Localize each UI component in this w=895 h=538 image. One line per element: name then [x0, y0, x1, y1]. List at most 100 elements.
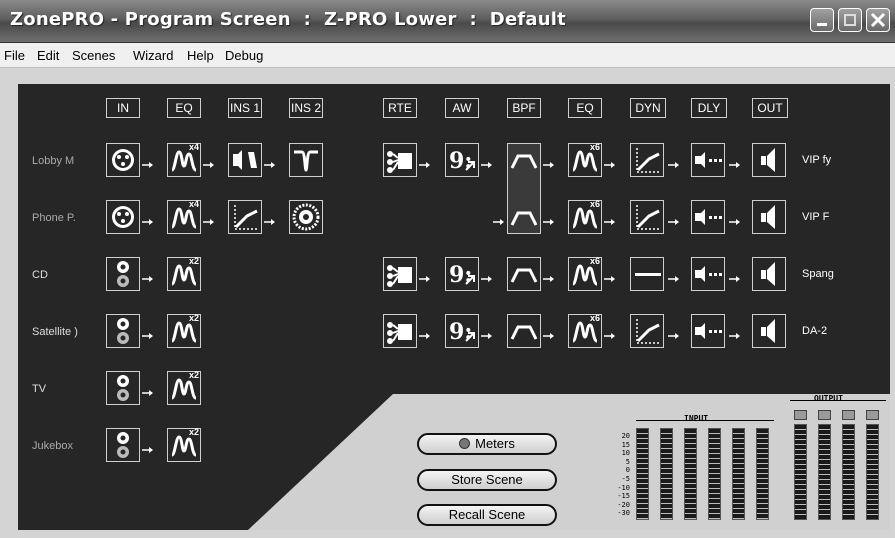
signal-arrow: [419, 326, 431, 339]
eq-multiplier-label: x6: [590, 256, 601, 266]
dynamics-block[interactable]: [630, 143, 664, 177]
menu-scenes[interactable]: Scenes: [72, 48, 115, 63]
eq-multiplier-label: x2: [189, 256, 200, 266]
signal-arrow: [142, 212, 154, 225]
input-eq-block[interactable]: x4: [167, 142, 201, 177]
insert-2-block[interactable]: [289, 200, 323, 234]
delay-block[interactable]: [691, 143, 725, 177]
insert-1-block[interactable]: [228, 143, 262, 177]
output-eq-block[interactable]: x6: [568, 313, 602, 348]
output-clip-indicator: [866, 410, 879, 420]
input-channel-label[interactable]: TV: [32, 383, 46, 395]
signal-arrow: [142, 269, 154, 282]
input-eq-block[interactable]: x2: [167, 256, 201, 291]
signal-arrow: [142, 326, 154, 339]
meters-button-label: Meters: [475, 436, 515, 451]
eq-multiplier-label: x6: [590, 142, 601, 152]
input-block[interactable]: [106, 428, 140, 462]
input-block[interactable]: [106, 143, 140, 177]
input-meter: [756, 428, 769, 520]
input-meter: [660, 428, 673, 520]
signal-arrow: [142, 383, 154, 396]
signal-arrow: [668, 155, 680, 168]
menu-edit[interactable]: Edit: [37, 48, 59, 63]
store-scene-button[interactable]: Store Scene: [417, 469, 557, 491]
router-block[interactable]: [383, 314, 417, 348]
output-eq-block[interactable]: x6: [568, 256, 602, 291]
input-block[interactable]: [106, 314, 140, 348]
signal-arrow: [729, 326, 741, 339]
ambient-weighting-block[interactable]: 9:: [445, 257, 479, 291]
input-meter: [732, 428, 745, 520]
output-eq-block[interactable]: x6: [568, 199, 602, 234]
output-block[interactable]: [752, 143, 786, 177]
column-header-bpf: BPF: [507, 98, 541, 118]
meter-scale-label: -30: [617, 509, 630, 518]
output-zone-label[interactable]: VIP fy: [802, 154, 831, 166]
output-meter: [818, 424, 831, 520]
signal-arrow: [604, 212, 616, 225]
input-block[interactable]: [106, 371, 140, 405]
output-zone-label[interactable]: VIP F: [802, 211, 829, 223]
meter-scale-label: -20: [617, 500, 630, 509]
column-header-rte: RTE: [383, 98, 417, 118]
window-title: ZonePRO - Program Screen : Z-PRO Lower :…: [10, 9, 566, 30]
signal-arrow: [419, 269, 431, 282]
router-block[interactable]: [383, 257, 417, 291]
dynamics-block[interactable]: [630, 314, 664, 348]
input-eq-block[interactable]: x2: [167, 313, 201, 348]
input-channel-label[interactable]: Lobby M: [32, 155, 74, 167]
menu-wizard[interactable]: Wizard: [133, 48, 173, 63]
output-block[interactable]: [752, 257, 786, 291]
signal-arrow: [481, 269, 493, 282]
close-button[interactable]: [866, 8, 890, 32]
input-eq-block[interactable]: x4: [167, 199, 201, 234]
input-eq-block[interactable]: x2: [167, 370, 201, 405]
meter-scale-label: 5: [625, 457, 630, 466]
input-channel-label[interactable]: Phone P.: [32, 212, 76, 224]
ambient-weighting-block[interactable]: 9:: [445, 314, 479, 348]
input-block[interactable]: [106, 200, 140, 234]
output-zone-label[interactable]: DA-2: [802, 325, 827, 337]
minimize-button[interactable]: [810, 8, 834, 32]
eq-multiplier-label: x6: [590, 199, 601, 209]
signal-arrow: [203, 212, 215, 225]
input-channel-label[interactable]: CD: [32, 269, 48, 281]
delay-block[interactable]: [691, 314, 725, 348]
output-clip-indicator: [794, 410, 807, 420]
output-meter: [842, 424, 855, 520]
meter-scale-label: 10: [621, 449, 630, 458]
output-block[interactable]: [752, 200, 786, 234]
output-meters-label: OUTPUT: [814, 394, 843, 403]
menu-file[interactable]: File: [4, 48, 25, 63]
insert-2-block[interactable]: [289, 143, 323, 177]
maximize-button[interactable]: [838, 8, 862, 32]
recall-scene-button[interactable]: Recall Scene: [417, 504, 557, 526]
input-block[interactable]: [106, 257, 140, 291]
delay-block[interactable]: [691, 257, 725, 291]
output-block[interactable]: [752, 314, 786, 348]
eq-multiplier-label: x2: [189, 370, 200, 380]
router-block[interactable]: [383, 143, 417, 177]
meters-button[interactable]: Meters: [417, 433, 557, 455]
eq-multiplier-label: x2: [189, 313, 200, 323]
input-meter: [636, 428, 649, 520]
input-meter: [708, 428, 721, 520]
input-channel-label[interactable]: Satellite ): [32, 326, 78, 338]
dynamics-block[interactable]: [630, 257, 664, 291]
menu-debug[interactable]: Debug: [225, 48, 263, 63]
bandpass-filter-block-linked[interactable]: [507, 143, 541, 234]
output-zone-label[interactable]: Spang: [802, 268, 834, 280]
ambient-weighting-block[interactable]: 9:: [445, 143, 479, 177]
output-eq-block[interactable]: x6: [568, 142, 602, 177]
bandpass-filter-block[interactable]: [507, 257, 541, 291]
input-channel-label[interactable]: Jukebox: [32, 440, 73, 452]
delay-block[interactable]: [691, 200, 725, 234]
insert-1-block[interactable]: [228, 200, 262, 234]
menu-help[interactable]: Help: [187, 48, 214, 63]
input-eq-block[interactable]: x2: [167, 427, 201, 462]
signal-arrow: [729, 269, 741, 282]
dynamics-block[interactable]: [630, 200, 664, 234]
signal-arrow: [142, 440, 154, 453]
bandpass-filter-block[interactable]: [507, 314, 541, 348]
